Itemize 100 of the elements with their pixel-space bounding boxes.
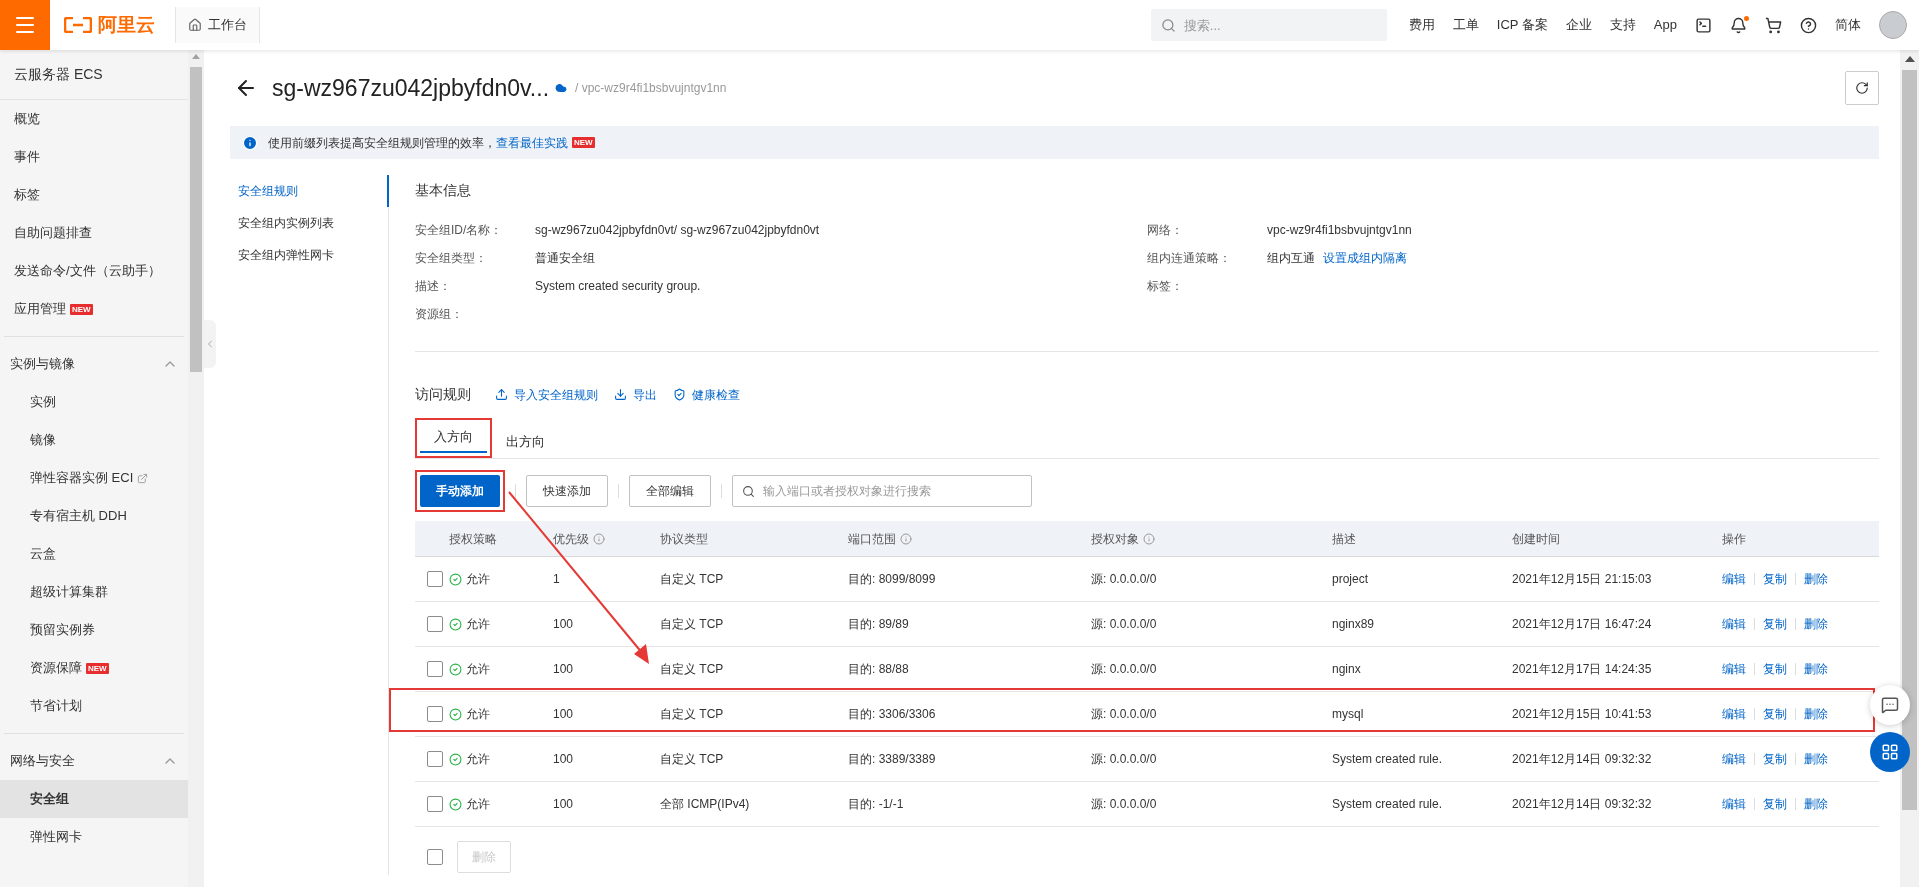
row-action-link[interactable]: 编辑: [1722, 570, 1746, 588]
sidebar-item[interactable]: 概览: [0, 100, 188, 138]
checkbox[interactable]: [427, 796, 443, 812]
sidebar-item[interactable]: 弹性容器实例 ECI: [0, 459, 188, 497]
toolbar-link[interactable]: 导出: [614, 385, 657, 404]
avatar[interactable]: [1879, 11, 1907, 39]
toolbar-link[interactable]: 导入安全组规则: [495, 385, 598, 404]
nav-link[interactable]: ICP 备案: [1496, 15, 1548, 35]
sidebar-item[interactable]: 弹性网卡: [0, 818, 188, 856]
grid-icon: [1881, 743, 1899, 761]
row-action-link[interactable]: 复制: [1763, 660, 1787, 678]
column-header: 优先级: [553, 529, 660, 548]
table-cell-text: 自定义 TCP: [660, 661, 725, 678]
sidebar-section-header[interactable]: 网络与安全: [0, 742, 188, 780]
terminal-icon[interactable]: [1695, 16, 1712, 34]
refresh-button[interactable]: [1845, 71, 1879, 105]
sidebar-item[interactable]: 云盒: [0, 535, 188, 573]
sidebar-item[interactable]: 自助问题排查: [0, 214, 188, 252]
checkbox[interactable]: [427, 661, 443, 677]
cloud-icon: [555, 82, 568, 94]
chat-button[interactable]: [1870, 685, 1910, 725]
row-action-link[interactable]: 删除: [1804, 705, 1828, 723]
row-action-link[interactable]: 编辑: [1722, 750, 1746, 768]
nav-link[interactable]: 工单: [1452, 15, 1479, 35]
field-label: 网络：: [1147, 222, 1184, 239]
subnav-item[interactable]: 安全组规则: [230, 175, 389, 207]
field-value: 组内互通: [1267, 250, 1315, 267]
row-action-link[interactable]: 复制: [1763, 795, 1787, 813]
notification-button[interactable]: [1730, 16, 1747, 34]
action-button[interactable]: 快速添加: [526, 475, 608, 507]
checkbox[interactable]: [427, 616, 443, 632]
sidebar-item[interactable]: 资源保障 NEW: [0, 649, 188, 687]
table-cell-text: 源: 0.0.0.0/0: [1091, 706, 1158, 723]
row-action-link[interactable]: 复制: [1763, 570, 1787, 588]
row-action-link[interactable]: 复制: [1763, 615, 1787, 633]
row-action-link[interactable]: 删除: [1804, 615, 1828, 633]
sidebar-item[interactable]: 专有宿主机 DDH: [0, 497, 188, 535]
subnav-item[interactable]: 安全组内弹性网卡: [230, 239, 389, 271]
notice-link[interactable]: 查看最佳实践: [496, 133, 568, 152]
new-badge: NEW: [70, 303, 93, 315]
sidebar-item[interactable]: 预留实例券: [0, 611, 188, 649]
sidebar-item[interactable]: 镜像: [0, 421, 188, 459]
cart-icon[interactable]: [1765, 16, 1782, 34]
row-action-link[interactable]: 删除: [1804, 795, 1828, 813]
search-field[interactable]: 搜索...: [1150, 9, 1387, 41]
column-header: 协议类型: [660, 530, 709, 548]
nav-link[interactable]: 支持: [1609, 15, 1636, 35]
row-action-link[interactable]: 删除: [1804, 660, 1828, 678]
table-cell-text: 2021年12月17日 14:24:35: [1512, 661, 1653, 678]
table-cell-text: 自定义 TCP: [660, 706, 725, 723]
action-button[interactable]: 手动添加: [420, 475, 500, 507]
table-cell-text: project: [1332, 571, 1370, 588]
sidebar-section-header[interactable]: 实例与镜像: [0, 345, 188, 383]
nav-link[interactable]: App: [1653, 15, 1677, 35]
workbench-button[interactable]: 工作台: [175, 7, 260, 43]
table-cell-text: 2021年12月15日 10:41:53: [1512, 706, 1653, 723]
help-icon[interactable]: [1800, 16, 1817, 34]
sidebar-item[interactable]: 节省计划: [0, 687, 188, 725]
sidebar-item[interactable]: 安全组: [0, 780, 188, 818]
sidebar-item[interactable]: 实例: [0, 383, 188, 421]
sidebar-item[interactable]: 事件: [0, 138, 188, 176]
policy-cell: 允许: [449, 795, 553, 813]
nav-link[interactable]: 费用: [1408, 15, 1435, 35]
nav-link[interactable]: 企业: [1565, 15, 1592, 35]
toolbar-link[interactable]: 健康检查: [673, 385, 740, 404]
subnav-item[interactable]: 安全组内实例列表: [230, 207, 389, 239]
table-cell-text: 目的: 3389/3389: [848, 751, 937, 768]
field-link[interactable]: 设置成组内隔离: [1323, 249, 1407, 267]
table-cell-text: 100: [553, 616, 575, 633]
table-cell-text: 100: [553, 706, 575, 723]
sidebar-item[interactable]: 标签: [0, 176, 188, 214]
row-action-link[interactable]: 编辑: [1722, 795, 1746, 813]
language-link[interactable]: 简体: [1835, 15, 1861, 35]
row-action-link[interactable]: 删除: [1804, 570, 1828, 588]
column-header: 授权策略: [449, 530, 498, 548]
checkbox[interactable]: [427, 706, 443, 722]
row-action-link[interactable]: 复制: [1763, 750, 1787, 768]
direction-tab[interactable]: 入方向: [420, 423, 487, 453]
sidebar-item[interactable]: 发送命令/文件（云助手）: [0, 252, 188, 290]
row-action-link[interactable]: 编辑: [1722, 660, 1746, 678]
checkbox[interactable]: [427, 751, 443, 767]
row-action-link[interactable]: 复制: [1763, 705, 1787, 723]
action-button[interactable]: 全部编辑: [629, 475, 711, 507]
collapse-handle[interactable]: [204, 320, 216, 368]
column-header: 操作: [1722, 530, 1747, 548]
apps-button[interactable]: [1870, 732, 1910, 772]
menu-button[interactable]: [0, 0, 50, 50]
row-action-link[interactable]: 编辑: [1722, 705, 1746, 723]
row-action-link[interactable]: 删除: [1804, 750, 1828, 768]
sidebar-item[interactable]: 超级计算集群: [0, 573, 188, 611]
logo-text: 阿里云: [98, 12, 155, 37]
direction-tab[interactable]: 出方向: [492, 428, 559, 458]
row-action-link[interactable]: 编辑: [1722, 615, 1746, 633]
checkbox[interactable]: [427, 571, 443, 587]
table-cell-text: nginx89: [1332, 616, 1376, 633]
sidebar-item[interactable]: 应用管理 NEW: [0, 290, 188, 328]
table-cell-text: 目的: 8099/8099: [848, 571, 937, 588]
checkbox[interactable]: [427, 849, 443, 865]
rule-search-field[interactable]: 输入端口或者授权对象进行搜索: [732, 475, 1032, 507]
field-label: 安全组类型：: [415, 250, 488, 267]
